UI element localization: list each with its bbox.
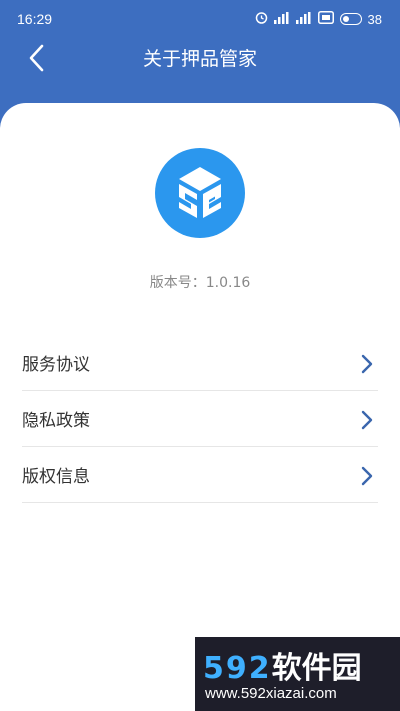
version-label: 版本号： (149, 275, 206, 291)
app-logo (155, 148, 245, 238)
page-title: 关于押品管家 (142, 48, 257, 70)
version-info: 版本号：1.0.16 (0, 272, 400, 292)
watermark-number: 592 (203, 651, 272, 686)
chevron-right-icon (361, 410, 373, 430)
site-watermark: 592软件园 www.592xiazai.com (195, 637, 400, 711)
menu-item-privacy-policy[interactable]: 隐私政策 (22, 391, 378, 447)
battery-icon (339, 13, 362, 25)
alarm-icon (255, 11, 268, 27)
signal-icon (295, 11, 312, 27)
watermark-brand-text: 软件园 (271, 651, 362, 686)
menu-item-label: 服务协议 (22, 355, 90, 375)
watermark-brand: 592软件园 (203, 643, 362, 687)
menu-item-copyright-info[interactable]: 版权信息 (22, 447, 378, 503)
menu-item-service-agreement[interactable]: 服务协议 (22, 335, 378, 391)
status-time: 16:29 (17, 11, 53, 27)
battery-level: 38 (367, 11, 382, 27)
watermark-url: www.592xiazai.com (205, 685, 337, 702)
status-icons: 38 (255, 11, 382, 27)
chevron-right-icon (361, 466, 373, 486)
cube-logo-icon (179, 167, 221, 218)
chevron-right-icon (361, 354, 373, 374)
content-card: 版本号：1.0.16 服务协议 隐私政策 版权信息 (0, 103, 400, 711)
signal-icon (273, 11, 290, 27)
hd-icon (317, 11, 334, 27)
title-bar: 关于押品管家 (0, 38, 400, 78)
status-bar: 16:29 38 (0, 0, 400, 38)
menu-list: 服务协议 隐私政策 版权信息 (22, 335, 378, 503)
menu-item-label: 版权信息 (22, 467, 90, 487)
menu-item-label: 隐私政策 (22, 411, 90, 431)
version-value: 1.0.16 (205, 275, 251, 291)
